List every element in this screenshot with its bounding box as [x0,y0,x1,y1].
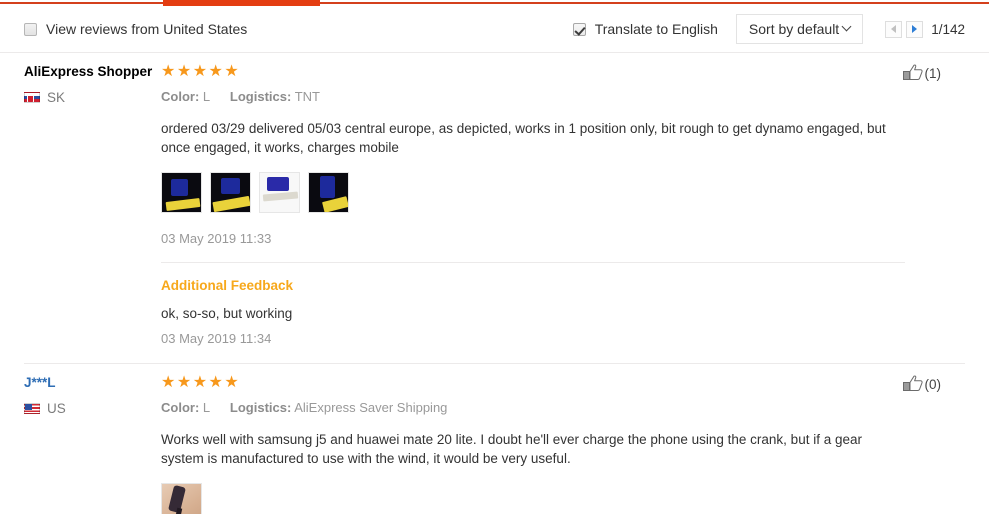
color-label: Color: [161,400,200,415]
review-attributes: Color: L Logistics: TNT [161,89,905,104]
review-item: AliExpress Shopper SK ★★★★★ Color: L Log… [0,53,989,346]
thumbs-up-icon [902,64,923,80]
next-page-button[interactable] [906,20,924,38]
rating-stars: ★★★★★ [161,63,241,80]
rating-stars: ★★★★★ [161,374,241,391]
country-code: US [47,401,66,416]
pagination: 1/142 [885,20,965,38]
review-item: J***L US ★★★★★ Color: L Logistics: AliEx… [0,364,989,514]
usa-flag-icon [24,403,40,414]
reviewer-block: J***L US [24,375,161,416]
triangle-right-icon [912,25,918,33]
review-photo-1[interactable] [161,483,202,514]
logistics-value: AliExpress Saver Shipping [294,400,448,415]
page-count-label: 1/142 [931,21,965,37]
logistics-label: Logistics: [229,400,292,415]
reviews-list: AliExpress Shopper SK ★★★★★ Color: L Log… [0,53,989,514]
country-code: SK [47,90,66,105]
slovakia-flag-icon [24,92,40,103]
translate-label: Translate to English [594,21,718,37]
color-label: Color: [161,89,200,104]
review-photos [161,483,905,514]
review-text: ordered 03/29 delivered 05/03 central eu… [161,121,886,155]
reviews-page: View reviews from United States Translat… [0,0,989,514]
sort-dropdown-value: Sort by default [748,21,840,37]
logistics-value: TNT [294,89,320,104]
helpful-button[interactable]: (1) [902,63,942,83]
review-photo-2[interactable] [210,172,251,213]
helpful-count: (1) [924,65,942,81]
chevron-down-icon [843,23,852,32]
color-value: L [202,89,210,104]
helpful-button[interactable]: (0) [902,374,942,394]
reviewer-name[interactable]: J***L [24,375,161,391]
review-photo-4[interactable] [308,172,349,213]
logistics-label: Logistics: [229,89,292,104]
additional-feedback-date: 03 May 2019 11:34 [161,331,272,346]
review-photo-1[interactable] [161,172,202,213]
accent-line [0,2,989,4]
reviewer-block: AliExpress Shopper SK [24,64,161,105]
triangle-left-icon [891,25,897,33]
review-text: Works well with samsung j5 and huawei ma… [161,432,862,466]
review-photos [161,172,905,213]
additional-feedback-title: Additional Feedback [161,278,294,293]
reviews-toolbar: View reviews from United States Translat… [0,6,989,53]
reviewer-country: SK [24,90,161,105]
view-reviews-from-country-checkbox[interactable]: View reviews from United States [24,21,247,37]
sort-dropdown[interactable]: Sort by default [735,14,864,44]
checkbox-box-checked[interactable] [572,22,586,36]
reviewer-name: AliExpress Shopper [24,64,153,79]
checkbox-box[interactable] [24,22,37,36]
review-date: 03 May 2019 11:33 [161,231,272,246]
review-attributes: Color: L Logistics: AliExpress Saver Shi… [161,400,905,415]
divider [161,262,905,263]
color-value: L [202,400,210,415]
view-reviews-label: View reviews from United States [46,21,248,37]
reviewer-country: US [24,401,161,416]
additional-feedback-text: ok, so-so, but working [161,306,293,321]
helpful-count: (0) [924,376,942,392]
review-photo-3[interactable] [259,172,300,213]
prev-page-button[interactable] [885,20,903,38]
translate-to-english-checkbox[interactable]: Translate to English [572,21,718,37]
thumbs-up-icon [902,375,923,391]
